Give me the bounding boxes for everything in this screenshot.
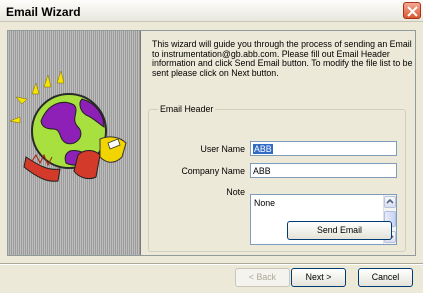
wizard-side-image [8, 31, 141, 255]
next-button[interactable]: Next > [291, 268, 346, 287]
email-header-legend: Email Header [158, 104, 216, 114]
title-bar: Email Wizard [0, 0, 423, 22]
user-name-input[interactable]: ABB [250, 141, 397, 156]
user-name-label: User Name [200, 144, 245, 154]
company-name-label: Company Name [181, 166, 245, 176]
footer-divider [0, 263, 423, 265]
user-name-value: ABB [253, 144, 273, 154]
wizard-panel: This wizard will guide you through the p… [7, 30, 416, 256]
scroll-up-button[interactable] [384, 196, 396, 208]
email-globe-icon [9, 70, 127, 182]
close-button[interactable] [403, 2, 421, 19]
send-email-button[interactable]: Send Email [287, 221, 392, 240]
dialog-body: This wizard will guide you through the p… [0, 22, 423, 293]
cancel-button[interactable]: Cancel [358, 268, 413, 287]
chevron-up-icon [386, 198, 394, 204]
company-name-input[interactable]: ABB [250, 163, 397, 178]
intro-text: This wizard will guide you through the p… [152, 39, 413, 78]
note-label: Note [226, 187, 245, 197]
back-button[interactable]: < Back [235, 268, 290, 287]
note-value: None [254, 198, 276, 208]
window-title: Email Wizard [6, 5, 81, 19]
company-name-value: ABB [253, 166, 271, 176]
close-icon [407, 6, 418, 17]
